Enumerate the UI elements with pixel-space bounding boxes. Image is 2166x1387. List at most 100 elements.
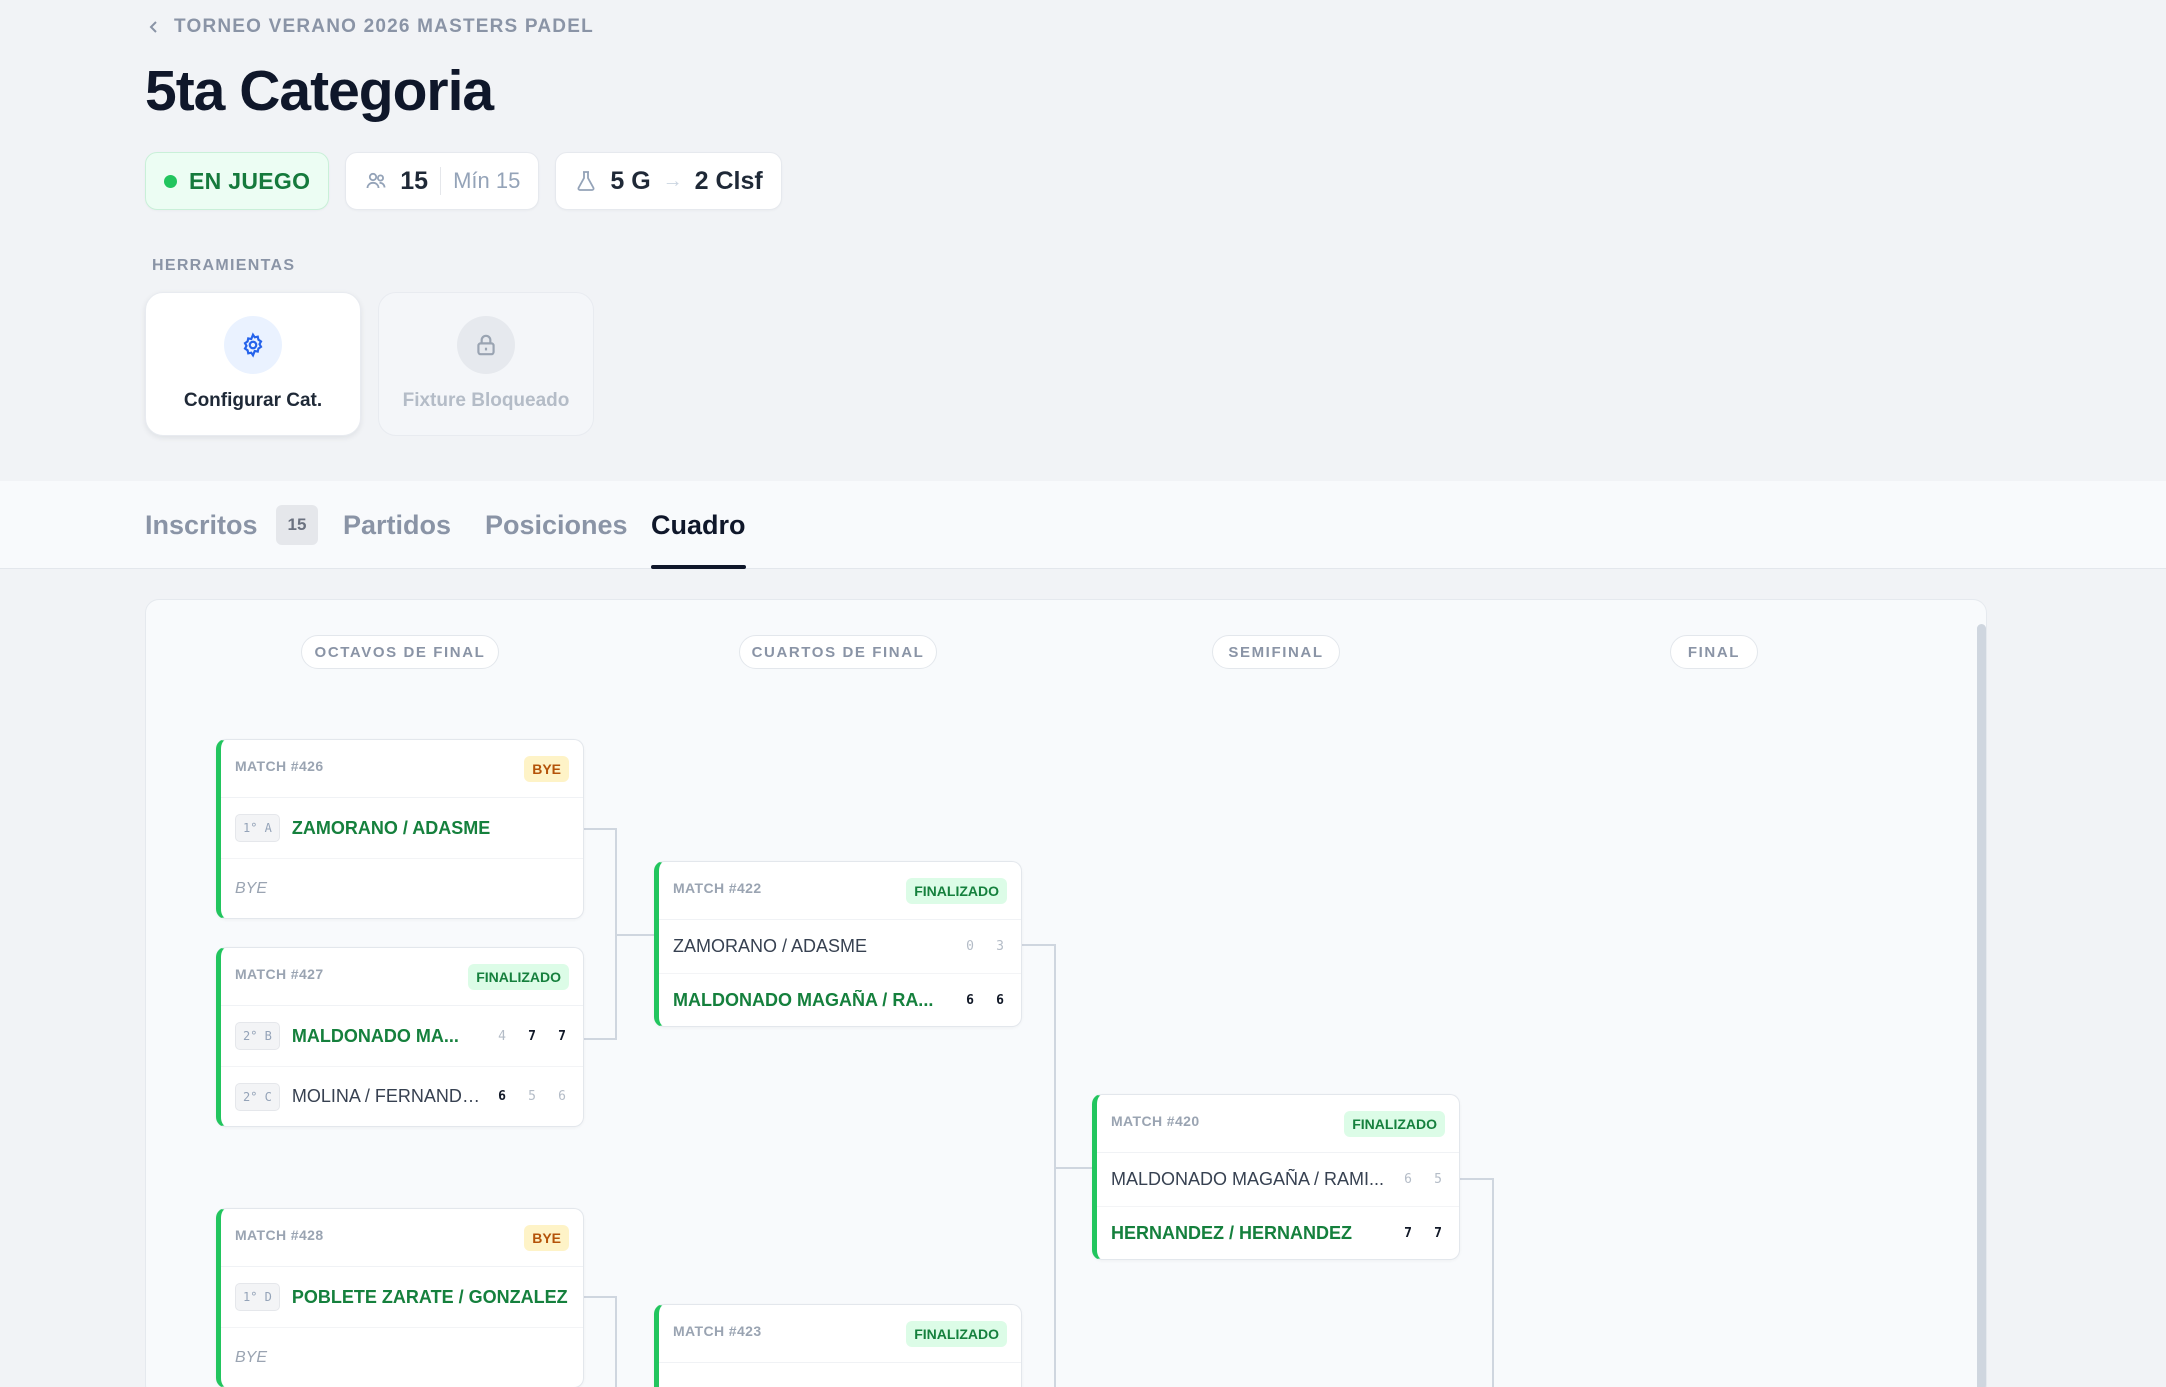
status-badge: FINALIZADO <box>906 877 1007 904</box>
seed-badge: 1° A <box>235 814 280 842</box>
match-card-427[interactable]: MATCH #427 FINALIZADO 2° B MALDONADO MA.… <box>216 947 584 1127</box>
match-id: MATCH #423 <box>673 1322 762 1339</box>
set-score: 6 <box>1404 1172 1412 1187</box>
team-row[interactable]: 1° A ZAMORANO / ADASME <box>221 798 583 858</box>
match-header: MATCH #427 FINALIZADO <box>221 948 583 1006</box>
tab-posiciones[interactable]: Posiciones <box>485 481 628 569</box>
match-card-422[interactable]: MATCH #422 FINALIZADO ZAMORANO / ADASME … <box>654 861 1022 1027</box>
round-label-final: FINAL <box>1670 635 1758 669</box>
lock-icon-wrap <box>457 316 515 374</box>
match-header: MATCH #422 FINALIZADO <box>659 862 1021 920</box>
match-id: MATCH #428 <box>235 1226 324 1243</box>
lock-icon <box>477 334 495 356</box>
set-scores: 6 5 6 <box>495 1089 569 1104</box>
tools-section-label: HERRAMIENTAS <box>152 257 296 274</box>
team-row[interactable]: HERNANDEZ / HERNANDEZ 7 7 <box>1097 1206 1459 1259</box>
team-row[interactable] <box>659 1363 1021 1387</box>
bye-label: BYE <box>235 1348 268 1366</box>
match-header: MATCH #423 FINALIZADO <box>659 1305 1021 1363</box>
set-scores: 7 7 <box>1401 1226 1445 1241</box>
team-row[interactable]: ZAMORANO / ADASME 0 3 <box>659 920 1021 973</box>
round-label-semifinal: SEMIFINAL <box>1212 635 1340 669</box>
team-name: MALDONADO MAGAÑA / RA... <box>673 989 934 1010</box>
set-score: 6 <box>996 992 1004 1008</box>
set-score: 7 <box>558 1028 566 1044</box>
set-scores: 4 7 7 <box>495 1029 569 1044</box>
set-score: 5 <box>528 1089 536 1104</box>
chip-divider <box>440 167 442 195</box>
status-badge: BYE <box>524 1224 569 1251</box>
match-card-428[interactable]: MATCH #428 BYE 1° D POBLETE ZARATE / GON… <box>216 1208 584 1387</box>
team-name: POBLETE ZARATE / GONZALEZ <box>291 1286 568 1307</box>
gear-icon-wrap <box>224 316 282 374</box>
tab-count-badge: 15 <box>275 505 319 545</box>
bracket-scrollbar[interactable] <box>1977 624 1986 1387</box>
chevron-left-icon <box>149 21 157 33</box>
configure-category-button[interactable]: Configurar Cat. <box>145 292 361 436</box>
status-badge: FINALIZADO <box>906 1320 1007 1347</box>
team-name: MOLINA / FERNANDEZ <box>291 1086 483 1106</box>
bye-label: BYE <box>235 879 268 897</box>
team-row[interactable]: MALDONADO MAGAÑA / RAMI... 6 5 <box>1097 1153 1459 1206</box>
status-text: EN JUEGO <box>189 167 311 194</box>
users-icon <box>366 172 386 189</box>
set-score: 7 <box>1404 1225 1412 1241</box>
team-name: ZAMORANO / ADASME <box>673 936 868 956</box>
match-id: MATCH #420 <box>1111 1112 1200 1129</box>
set-score: 0 <box>966 939 974 954</box>
team-row[interactable]: 2° B MALDONADO MA... 4 7 7 <box>221 1006 583 1066</box>
page-title: 5ta Categoria <box>145 59 494 123</box>
team-row: BYE <box>221 1327 583 1387</box>
seed-badge: 2° B <box>235 1022 280 1050</box>
match-header: MATCH #420 FINALIZADO <box>1097 1095 1459 1153</box>
set-score: 6 <box>498 1089 506 1104</box>
tab-cuadro[interactable]: Cuadro <box>651 481 746 569</box>
match-id: MATCH #426 <box>235 757 324 774</box>
match-card-423[interactable]: MATCH #423 FINALIZADO <box>654 1304 1022 1387</box>
live-dot-icon <box>164 174 177 188</box>
set-score: 5 <box>1434 1172 1442 1187</box>
tab-label: Partidos <box>343 509 452 540</box>
bracket-panel[interactable]: OCTAVOS DE FINAL CUARTOS DE FINAL SEMIFI… <box>145 599 1987 1387</box>
team-row: BYE <box>221 858 583 918</box>
fixture-locked-button: Fixture Bloqueado <box>378 292 594 436</box>
team-row[interactable]: 1° D POBLETE ZARATE / GONZALEZ <box>221 1267 583 1327</box>
qualified-count: 2 Clsf <box>694 166 763 195</box>
configure-label: Configurar Cat. <box>183 390 323 411</box>
set-score: 4 <box>498 1028 506 1044</box>
team-row[interactable]: MALDONADO MAGAÑA / RA... 6 6 <box>659 973 1021 1026</box>
breadcrumb-text: TORNEO VERANO 2026 MASTERS PADEL <box>174 16 594 37</box>
tab-label: Posiciones <box>485 509 628 540</box>
match-header: MATCH #426 BYE <box>221 740 583 798</box>
seed-badge: 2° C <box>235 1082 280 1111</box>
tab-partidos[interactable]: Partidos <box>343 481 451 569</box>
match-id: MATCH #422 <box>673 879 762 896</box>
back-link[interactable]: TORNEO VERANO 2026 MASTERS PADEL <box>146 16 594 38</box>
team-row[interactable]: 2° C MOLINA / FERNANDEZ 6 5 6 <box>221 1066 583 1126</box>
team-name: ZAMORANO / ADASME <box>291 817 491 838</box>
info-chips: EN JUEGO 15 Mín 15 5 G → 2 Clsf <box>145 152 782 210</box>
match-card-420[interactable]: MATCH #420 FINALIZADO MALDONADO MAGAÑA /… <box>1092 1094 1460 1260</box>
tab-label: Inscritos <box>145 509 258 540</box>
status-badge: EN JUEGO <box>145 152 330 210</box>
seed-badge: 1° D <box>235 1283 280 1311</box>
connector-420-final <box>1459 1178 1494 1387</box>
round-label-octavos: OCTAVOS DE FINAL <box>301 635 499 669</box>
team-name: MALDONADO MA... <box>291 1025 459 1046</box>
tab-inscritos[interactable]: Inscritos 15 <box>145 481 319 569</box>
set-score: 6 <box>966 992 974 1008</box>
set-score: 6 <box>558 1089 566 1104</box>
team-name: HERNANDEZ / HERNANDEZ <box>1111 1222 1353 1243</box>
match-card-426[interactable]: MATCH #426 BYE 1° A ZAMORANO / ADASME BY… <box>216 739 584 919</box>
players-chip: 15 Mín 15 <box>345 152 540 210</box>
set-scores: 6 6 <box>963 993 1007 1008</box>
status-badge: FINALIZADO <box>468 963 569 990</box>
gear-icon <box>243 332 263 358</box>
players-count: 15 <box>400 166 429 195</box>
tabs-bar: Inscritos 15 Partidos Posiciones Cuadro <box>0 481 2166 569</box>
connector-428 <box>584 1296 617 1387</box>
min-players: Mín 15 <box>453 168 521 193</box>
connector-426-427 <box>584 828 617 1040</box>
set-score: 7 <box>528 1028 536 1044</box>
set-scores: 6 5 <box>1401 1172 1445 1187</box>
